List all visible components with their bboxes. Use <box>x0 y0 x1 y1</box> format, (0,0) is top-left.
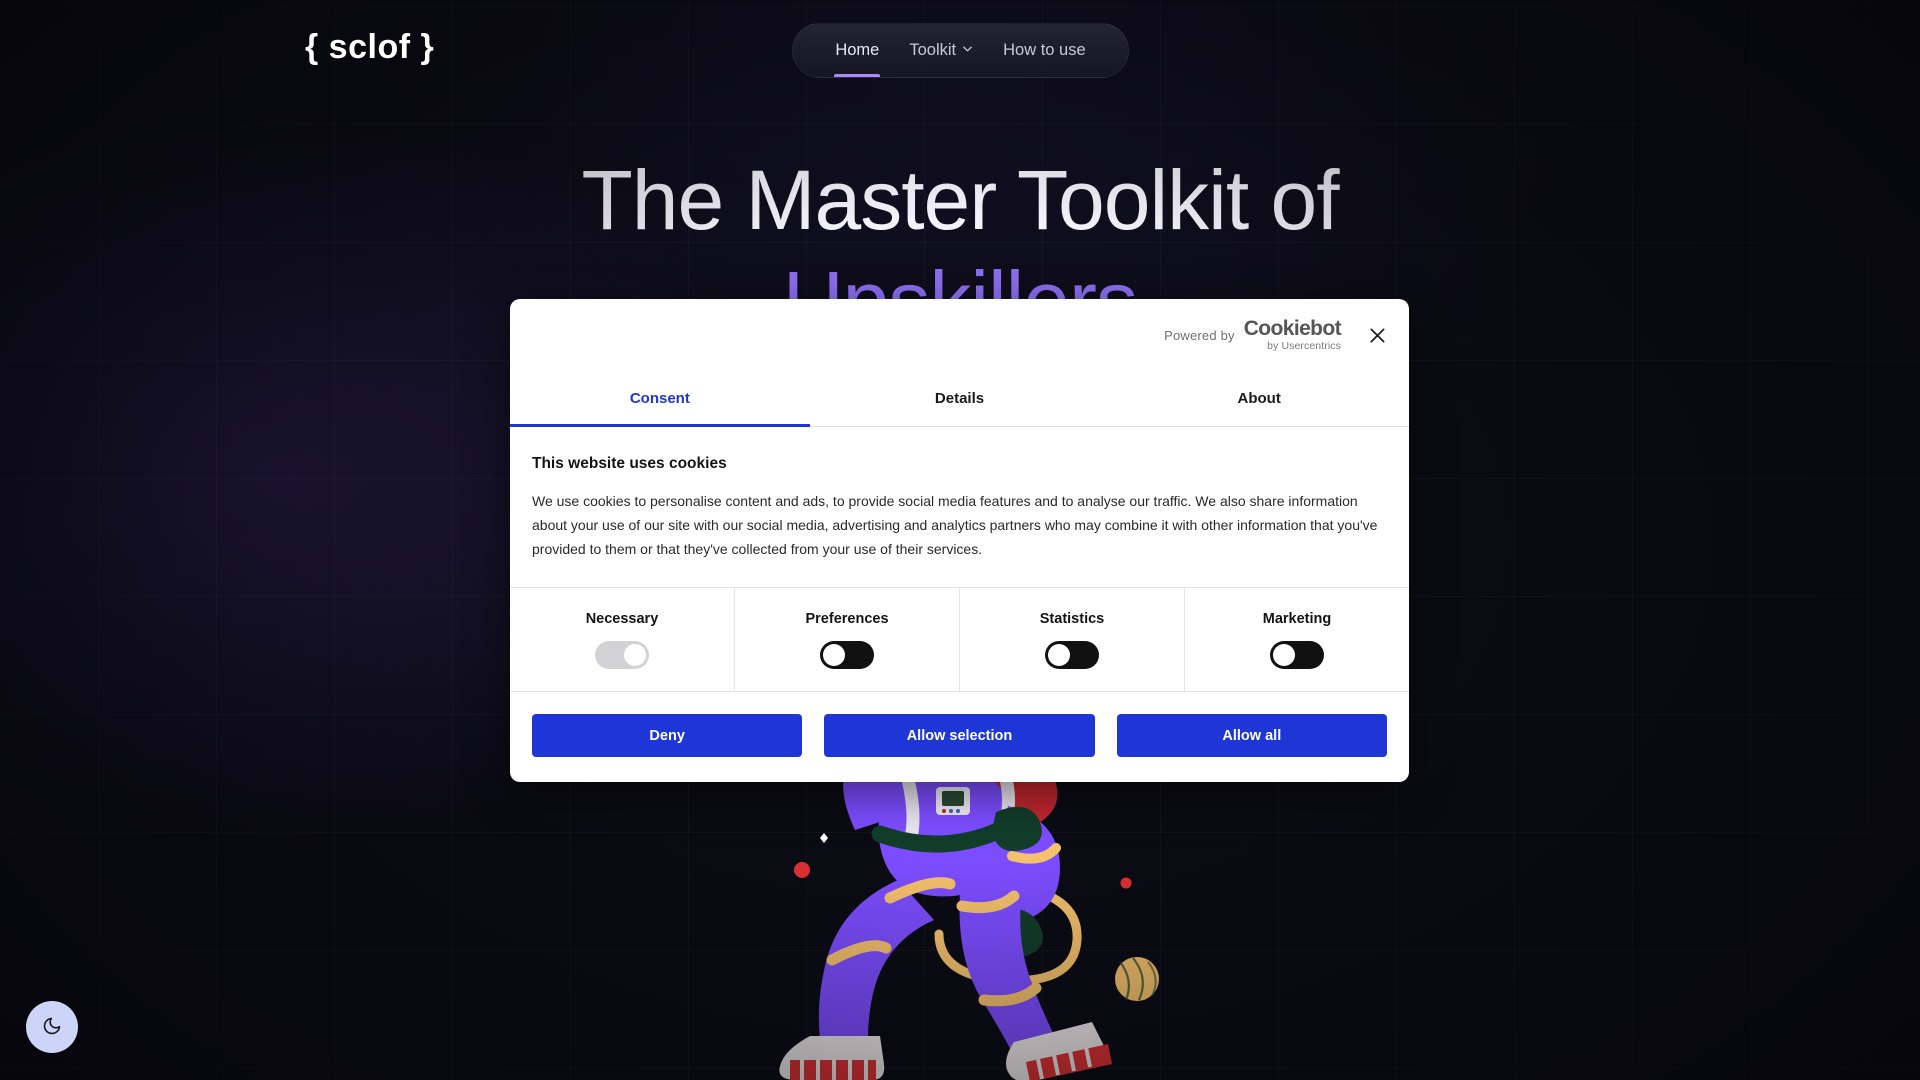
cookie-dialog-description: We use cookies to personalise content an… <box>532 493 1378 557</box>
band-knee-left <box>826 940 892 966</box>
deny-button[interactable]: Deny <box>532 714 803 758</box>
astronaut-torso <box>878 768 1016 897</box>
consent-categories: Necessary Preferences Statistics Marketi… <box>510 587 1409 693</box>
band-knee-right <box>978 982 1042 1007</box>
toggle-marketing[interactable] <box>1270 640 1324 669</box>
cookiebot-logo[interactable]: Cookiebot by Usercentrics <box>1243 317 1342 353</box>
astronaut-boot-right <box>1006 1022 1112 1080</box>
cookie-dialog-actions: Deny Allow selection Allow all <box>510 692 1409 781</box>
cookiebot-brand-subtitle: by Usercentrics <box>1267 340 1341 353</box>
nav-item-toolkit[interactable]: Toolkit <box>894 24 988 77</box>
decor-planet <box>1115 957 1159 1001</box>
astronaut-leg-left <box>818 880 934 1058</box>
decor-star-gold <box>832 999 842 1011</box>
nav-item-label: Toolkit <box>909 41 957 59</box>
nav-item-home[interactable]: Home <box>820 24 894 77</box>
dark-mode-toggle[interactable] <box>26 1001 78 1053</box>
consent-label: Marketing <box>1262 610 1332 627</box>
band-hip-left <box>884 877 956 904</box>
tab-details[interactable]: Details <box>810 371 1110 426</box>
astronaut-boot-left <box>779 1036 885 1080</box>
decor-star-white <box>820 833 828 843</box>
cookie-consent-dialog: Powered by Cookiebot by Usercentrics Con… <box>510 299 1409 782</box>
toggle-necessary <box>595 640 649 669</box>
astronaut-hoop <box>934 880 1082 986</box>
astronaut-chest-panel <box>936 787 970 815</box>
consent-label: Preferences <box>805 610 889 627</box>
moon-icon <box>42 1016 62 1039</box>
consent-category-preferences: Preferences <box>735 588 960 692</box>
astronaut-leg-right <box>959 890 1070 1080</box>
astronaut-arm-right <box>972 806 1060 926</box>
consent-label: Statistics <box>1039 610 1105 627</box>
consent-category-statistics: Statistics <box>960 588 1185 692</box>
consent-label: Necessary <box>585 610 659 627</box>
allow-selection-button[interactable]: Allow selection <box>824 714 1095 758</box>
cookie-dialog-tabs: Consent Details About <box>510 371 1409 427</box>
decor-dot-red-left <box>794 862 810 878</box>
close-icon[interactable] <box>1363 321 1391 349</box>
allow-all-button[interactable]: Allow all <box>1116 714 1387 758</box>
astronaut-glove-left <box>992 806 1042 852</box>
consent-category-necessary: Necessary <box>510 588 735 692</box>
decor-dot-red-right <box>1120 877 1132 889</box>
toggle-preferences[interactable] <box>820 640 874 669</box>
hero-line-1: The Master Toolkit of <box>581 153 1339 247</box>
cookie-dialog-body: This website uses cookies We use cookies… <box>510 427 1409 561</box>
nav-item-label: Home <box>835 41 880 59</box>
site-header: { sclof } Home Toolkit How to use <box>0 0 1920 100</box>
powered-by-label: Powered by <box>1164 327 1235 343</box>
site-logo[interactable]: { sclof } <box>305 28 434 67</box>
astronaut-harness <box>871 821 1009 853</box>
tab-about[interactable]: About <box>1109 371 1409 426</box>
cookie-dialog-header: Powered by Cookiebot by Usercentrics <box>510 299 1409 371</box>
chevron-down-icon <box>962 43 973 54</box>
nav-item-label: How to use <box>1003 41 1086 59</box>
toggle-statistics[interactable] <box>1045 640 1099 669</box>
band-hip-right <box>956 890 1020 914</box>
astronaut-glove-right <box>980 908 1043 959</box>
consent-category-marketing: Marketing <box>1185 588 1409 691</box>
nav-item-how-to-use[interactable]: How to use <box>988 24 1101 77</box>
band-arm <box>1007 843 1061 864</box>
powered-by-cookiebot: Powered by Cookiebot by Usercentrics <box>1164 317 1342 353</box>
cookiebot-brand-name: Cookiebot <box>1243 317 1342 341</box>
tab-consent[interactable]: Consent <box>510 371 810 427</box>
cookie-dialog-title: This website uses cookies <box>532 455 727 472</box>
main-navigation: Home Toolkit How to use <box>792 23 1129 78</box>
page-root: The Master Toolkit of Upskillers <box>0 0 1920 1080</box>
